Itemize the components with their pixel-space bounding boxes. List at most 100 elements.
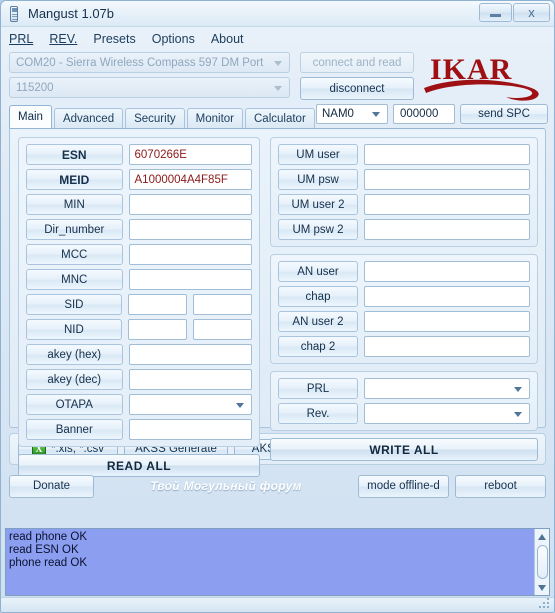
minimize-button[interactable]: [479, 3, 512, 22]
menu-item-options[interactable]: Options: [152, 32, 195, 46]
akey-dec-input[interactable]: [128, 369, 252, 390]
dir-number-input[interactable]: [128, 219, 252, 240]
write-all-label: WRITE ALL: [369, 442, 439, 457]
menu-item-rev[interactable]: REV.: [49, 32, 77, 46]
meid-value: A1000004A4F85F: [134, 173, 228, 186]
field-row-sid: SID: [26, 294, 253, 315]
tab-security[interactable]: Security: [125, 108, 185, 128]
um-psw-2-input[interactable]: [364, 219, 530, 240]
esn-label-button[interactable]: ESN: [26, 144, 123, 165]
scrollbar-thumb[interactable]: [536, 545, 548, 579]
menu-item-presets[interactable]: Presets: [93, 32, 135, 46]
akey-dec-label: akey (dec): [47, 373, 102, 386]
chap-2-label-button[interactable]: chap 2: [278, 336, 358, 357]
min-label-button[interactable]: MIN: [26, 194, 123, 215]
um-user-input[interactable]: [364, 144, 530, 165]
tab-advanced-label: Advanced: [62, 112, 115, 125]
resize-grip-icon[interactable]: [539, 598, 551, 610]
ikar-logo: IKAR: [420, 52, 548, 104]
an-user-label: AN user: [297, 265, 339, 278]
mcc-label-button[interactable]: MCC: [26, 244, 123, 265]
um-psw-label-button[interactable]: UM psw: [278, 169, 358, 190]
connect-and-read-button[interactable]: connect and read: [300, 52, 414, 73]
um-psw-2-label-button[interactable]: UM psw 2: [278, 219, 358, 240]
um-user-2-input[interactable]: [364, 194, 530, 215]
field-row-meid: MEID A1000004A4F85F: [26, 169, 252, 190]
min-label: MIN: [63, 198, 85, 211]
mode-offline-button[interactable]: mode offline-d: [358, 474, 449, 498]
esn-input[interactable]: 6070266E: [128, 144, 252, 165]
banner-label: Banner: [55, 423, 93, 436]
field-row-dir-number: Dir_number: [26, 219, 252, 240]
chap-2-label: chap 2: [300, 340, 336, 353]
akey-hex-label-button[interactable]: akey (hex): [26, 344, 123, 365]
um-user-label-button[interactable]: UM user: [278, 144, 358, 165]
prl-select[interactable]: [364, 378, 530, 399]
main-left-column: ESN 6070266E MEID A1000004A4F85F MIN Dir…: [10, 129, 268, 477]
tab-calculator[interactable]: Calculator: [245, 108, 315, 128]
um-psw-input[interactable]: [364, 169, 530, 190]
sid-input-1[interactable]: [127, 294, 187, 315]
baud-rate-select[interactable]: 115200: [9, 77, 290, 98]
tab-bar: Main Advanced Security Monitor Calculato…: [1, 104, 554, 128]
an-user-input[interactable]: [364, 261, 530, 282]
spc-input[interactable]: 000000: [393, 104, 455, 124]
nid-label-button[interactable]: NID: [26, 319, 122, 340]
disconnect-button[interactable]: disconnect: [300, 77, 414, 100]
dir-number-label-button[interactable]: Dir_number: [26, 219, 123, 240]
an-user-label-button[interactable]: AN user: [278, 261, 358, 282]
title-bar: Mangust 1.07b x: [1, 1, 554, 27]
spc-controls: NAM0 000000 send SPC: [316, 104, 548, 124]
akey-hex-input[interactable]: [128, 344, 252, 365]
prl-label-button[interactable]: PRL: [278, 378, 358, 399]
mnc-label-button[interactable]: MNC: [26, 269, 123, 290]
connect-and-read-label: connect and read: [312, 56, 402, 69]
com-port-select[interactable]: COM20 - Sierra Wireless Compass 597 DM P…: [9, 52, 290, 73]
akey-dec-label-button[interactable]: akey (dec): [26, 369, 123, 390]
tab-monitor[interactable]: Monitor: [186, 108, 243, 128]
donate-button[interactable]: Donate: [9, 474, 94, 498]
sid-input-2[interactable]: [192, 294, 253, 315]
otapa-select[interactable]: [128, 394, 252, 415]
close-button[interactable]: x: [513, 3, 550, 22]
banner-label-button[interactable]: Banner: [26, 419, 123, 440]
sid-label-button[interactable]: SID: [26, 294, 122, 315]
min-input[interactable]: [128, 194, 252, 215]
an-user-2-input[interactable]: [364, 311, 530, 332]
meid-input[interactable]: A1000004A4F85F: [128, 169, 252, 190]
meid-label-button[interactable]: MEID: [26, 169, 123, 190]
nid-input-2[interactable]: [192, 319, 253, 340]
field-row-um-psw-2: UM psw 2: [278, 219, 530, 240]
field-row-akey-hex: akey (hex): [26, 344, 252, 365]
otapa-label: OTAPA: [55, 398, 93, 411]
mcc-input[interactable]: [128, 244, 252, 265]
send-spc-button[interactable]: send SPC: [460, 104, 548, 124]
ikar-logo-swash: [424, 79, 539, 101]
scroll-down-button[interactable]: [536, 581, 549, 594]
field-row-um-user: UM user: [278, 144, 530, 165]
um-user-2-label-button[interactable]: UM user 2: [278, 194, 358, 215]
menu-item-prl[interactable]: PRL: [9, 32, 33, 46]
otapa-label-button[interactable]: OTAPA: [26, 394, 123, 415]
write-all-button[interactable]: WRITE ALL: [270, 438, 538, 461]
menu-item-about[interactable]: About: [211, 32, 244, 46]
chap-input[interactable]: [364, 286, 530, 307]
tab-advanced[interactable]: Advanced: [53, 108, 124, 128]
nam-select[interactable]: NAM0: [316, 104, 388, 124]
chap-2-input[interactable]: [364, 336, 530, 357]
reboot-button[interactable]: reboot: [455, 474, 546, 498]
tab-main[interactable]: Main: [9, 105, 52, 128]
connection-bar: COM20 - Sierra Wireless Compass 597 DM P…: [1, 50, 554, 102]
nid-input-1[interactable]: [127, 319, 187, 340]
rev-label-button[interactable]: Rev.: [278, 403, 358, 424]
log-scrollbar[interactable]: [534, 529, 549, 595]
field-row-banner: Banner: [26, 419, 252, 440]
banner-input[interactable]: [128, 419, 252, 440]
chap-label-button[interactable]: chap: [278, 286, 358, 307]
log-text[interactable]: read phone OK read ESN OK phone read OK: [6, 529, 534, 595]
scroll-up-button[interactable]: [536, 530, 549, 543]
an-user-2-label-button[interactable]: AN user 2: [278, 311, 358, 332]
rev-select[interactable]: [364, 403, 530, 424]
esn-label: ESN: [61, 147, 87, 162]
mnc-input[interactable]: [128, 269, 252, 290]
